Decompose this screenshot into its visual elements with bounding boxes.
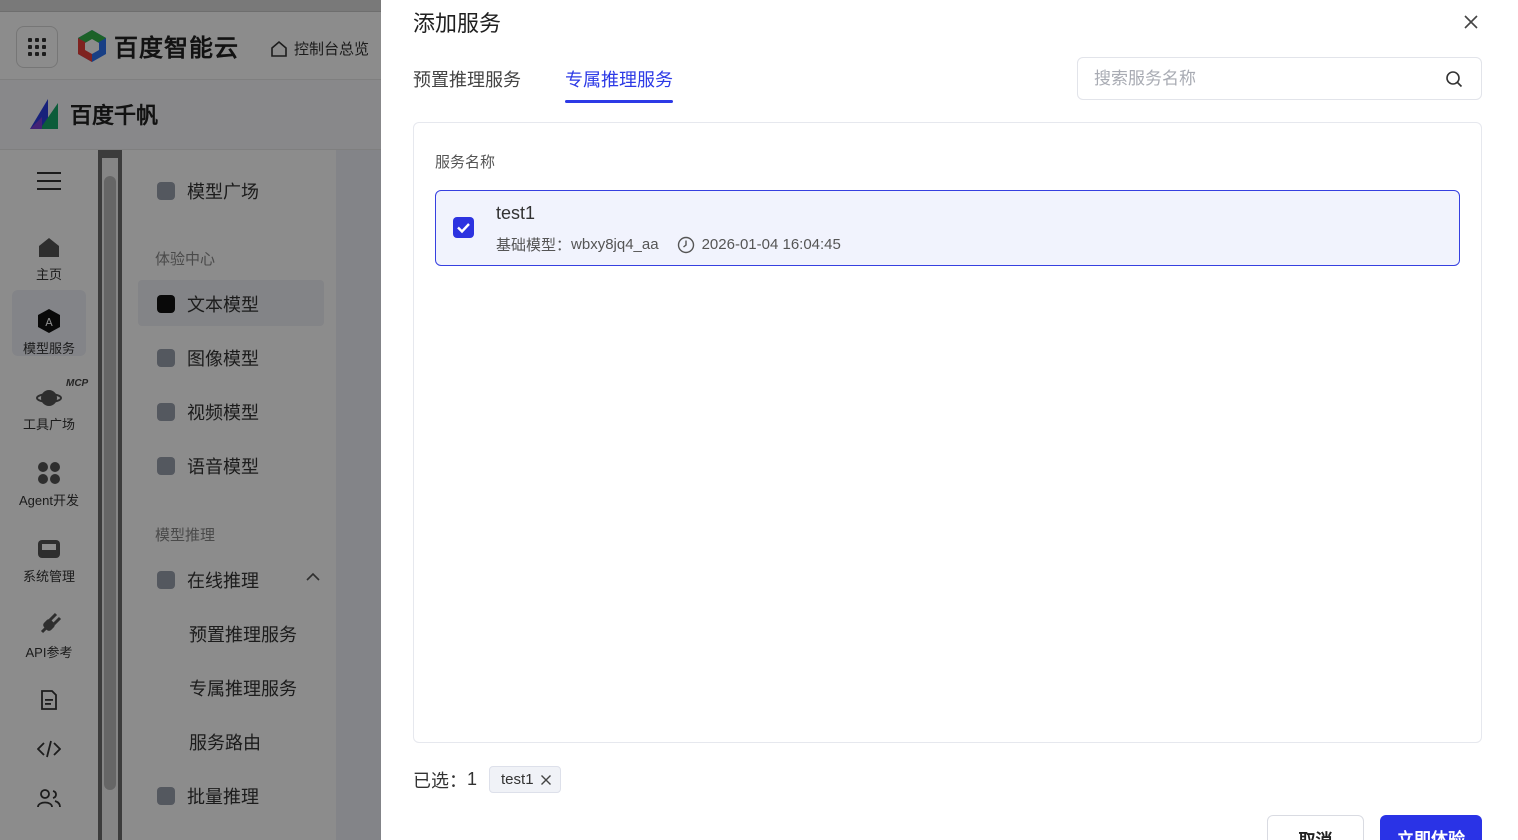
tab-dedicated-service[interactable]: 专属推理服务 [565, 66, 673, 103]
search-input[interactable] [1094, 58, 1434, 99]
search-icon[interactable] [1445, 70, 1463, 88]
search-box [1077, 57, 1482, 100]
selected-summary: 已选： 1 test1 [413, 766, 561, 793]
service-created-time: 2026-01-04 16:04:45 [701, 236, 841, 253]
selected-tag-label: test1 [501, 771, 534, 788]
service-checkbox[interactable] [453, 217, 474, 238]
try-now-button[interactable]: 立即体验 [1380, 815, 1482, 840]
drawer-title: 添加服务 [413, 11, 502, 36]
service-meta: 基础模型： wbxy8jq4_aa 2026-01-04 16:04:45 [496, 234, 841, 255]
service-row[interactable]: test1 基础模型： wbxy8jq4_aa 2026-01-04 16:04… [435, 190, 1460, 266]
service-tabs: 预置推理服务 专属推理服务 [413, 66, 673, 103]
selected-tag: test1 [489, 766, 561, 793]
clock-icon [677, 236, 694, 253]
base-model-value: wbxy8jq4_aa [571, 236, 659, 253]
check-icon [457, 223, 470, 234]
service-list: 服务名称 test1 基础模型： wbxy8jq4_aa 2026-01-04 … [413, 122, 1482, 743]
close-icon[interactable] [1461, 12, 1481, 32]
remove-tag-icon[interactable] [540, 774, 552, 786]
cancel-button[interactable]: 取消 [1267, 815, 1364, 840]
base-model-label: 基础模型： [496, 237, 572, 254]
selected-count: 1 [467, 769, 478, 789]
service-name: test1 [496, 203, 536, 223]
add-service-drawer: 添加服务 预置推理服务 专属推理服务 服务名称 test1 基础模型： wbxy… [381, 0, 1518, 840]
selected-label: 已选： [413, 770, 467, 791]
tab-preset-service[interactable]: 预置推理服务 [413, 66, 521, 103]
column-header-service-name: 服务名称 [435, 154, 496, 171]
